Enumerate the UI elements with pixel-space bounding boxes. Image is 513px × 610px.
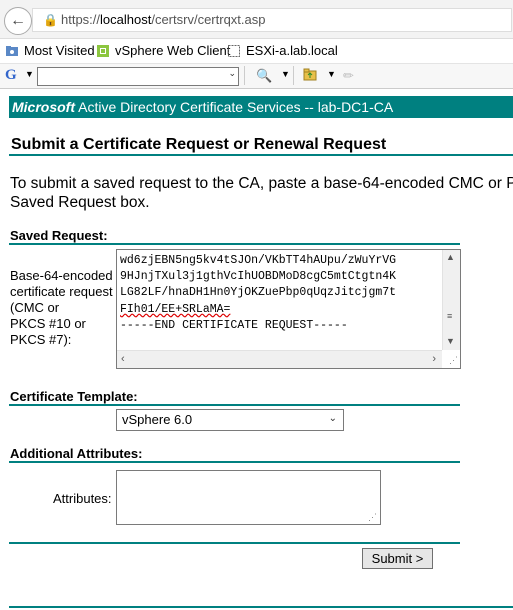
vertical-scrollbar[interactable]: ▲ ≡ ▼: [442, 250, 460, 350]
submit-button[interactable]: Submit >: [362, 548, 433, 569]
logo-dropdown-icon[interactable]: ▼: [25, 69, 34, 79]
selected-template: vSphere 6.0: [122, 412, 193, 427]
divider: [9, 404, 460, 406]
search-dropdown-icon[interactable]: ▼: [281, 69, 290, 79]
highlighter-icon[interactable]: ✏: [343, 68, 354, 84]
divider: [9, 461, 460, 463]
vsphere-icon: [96, 44, 110, 58]
chevron-down-icon: ⌄: [328, 413, 337, 424]
horizontal-scrollbar[interactable]: ‹ ›: [117, 350, 442, 368]
saved-request-label: Base-64-encoded certificate request (CMC…: [10, 268, 113, 347]
scroll-right-icon[interactable]: ›: [432, 353, 436, 365]
page-icon: [227, 44, 241, 58]
divider: [9, 154, 513, 156]
back-button[interactable]: ←: [4, 7, 32, 35]
google-toolbar-logo[interactable]: G: [5, 67, 17, 84]
scroll-left-icon[interactable]: ‹: [121, 353, 125, 365]
bookmark-icon[interactable]: [303, 68, 317, 84]
folder-icon: [5, 44, 19, 58]
brand-name: Microsoft: [12, 99, 75, 115]
divider: [9, 542, 460, 544]
resize-grip-icon[interactable]: ⋰: [449, 355, 458, 366]
intro-text: To submit a saved request to the CA, pas…: [10, 175, 513, 211]
divider: [9, 606, 513, 608]
page-title: Submit a Certificate Request or Renewal …: [11, 136, 387, 153]
saved-request-content[interactable]: wd6zjEBN5ng5kv4tSJOn/VKbTT4hAUpu/zWuYrVG…: [120, 253, 438, 353]
scroll-down-icon[interactable]: ▼: [446, 336, 455, 346]
divider: [9, 243, 460, 245]
chevron-down-icon: ⌄: [228, 68, 236, 78]
saved-request-textarea[interactable]: wd6zjEBN5ng5kv4tSJOn/VKbTT4hAUpu/zWuYrVG…: [116, 249, 461, 369]
banner-title: Active Directory Certificate Services --…: [78, 99, 394, 115]
scroll-thumb[interactable]: ≡: [447, 312, 456, 328]
divider: [293, 66, 294, 85]
toolbar-search-input[interactable]: ⌄: [37, 67, 239, 86]
certificate-template-heading: Certificate Template:: [10, 389, 138, 404]
back-arrow-icon: ←: [10, 12, 26, 29]
browser-chrome: ← 🔒 https://localhost/certsrv/certrqxt.a…: [0, 0, 513, 89]
bookmark-dropdown-icon[interactable]: ▼: [327, 69, 336, 79]
favorite-esxi-a[interactable]: ESXi-a.lab.local: [227, 43, 338, 58]
search-icon[interactable]: 🔍: [256, 68, 272, 84]
page-banner: Microsoft Active Directory Certificate S…: [9, 96, 513, 118]
url-text: https://localhost/certsrv/certrqxt.asp: [61, 12, 266, 27]
address-bar: ← 🔒 https://localhost/certsrv/certrqxt.a…: [0, 0, 513, 39]
divider: [244, 66, 245, 85]
favorites-bar: Most Visited vSphere Web Client ESXi-a.l…: [0, 40, 513, 62]
resize-grip-icon[interactable]: ⋰: [368, 512, 377, 523]
favorite-most-visited[interactable]: Most Visited: [5, 43, 95, 58]
attributes-textarea[interactable]: ⋰: [116, 470, 381, 525]
scroll-up-icon[interactable]: ▲: [446, 252, 455, 262]
lock-icon: 🔒: [43, 13, 58, 27]
attributes-label: Attributes:: [53, 491, 112, 506]
favorite-vsphere-web-client[interactable]: vSphere Web Client: [96, 43, 230, 58]
search-toolbar: G ▼ ⌄ 🔍 ▼ ▼ ✏: [0, 63, 513, 89]
url-field[interactable]: 🔒 https://localhost/certsrv/certrqxt.asp: [32, 8, 512, 32]
saved-request-heading: Saved Request:: [10, 228, 108, 243]
certificate-template-select[interactable]: vSphere 6.0 ⌄: [116, 409, 344, 431]
additional-attributes-heading: Additional Attributes:: [10, 446, 143, 461]
